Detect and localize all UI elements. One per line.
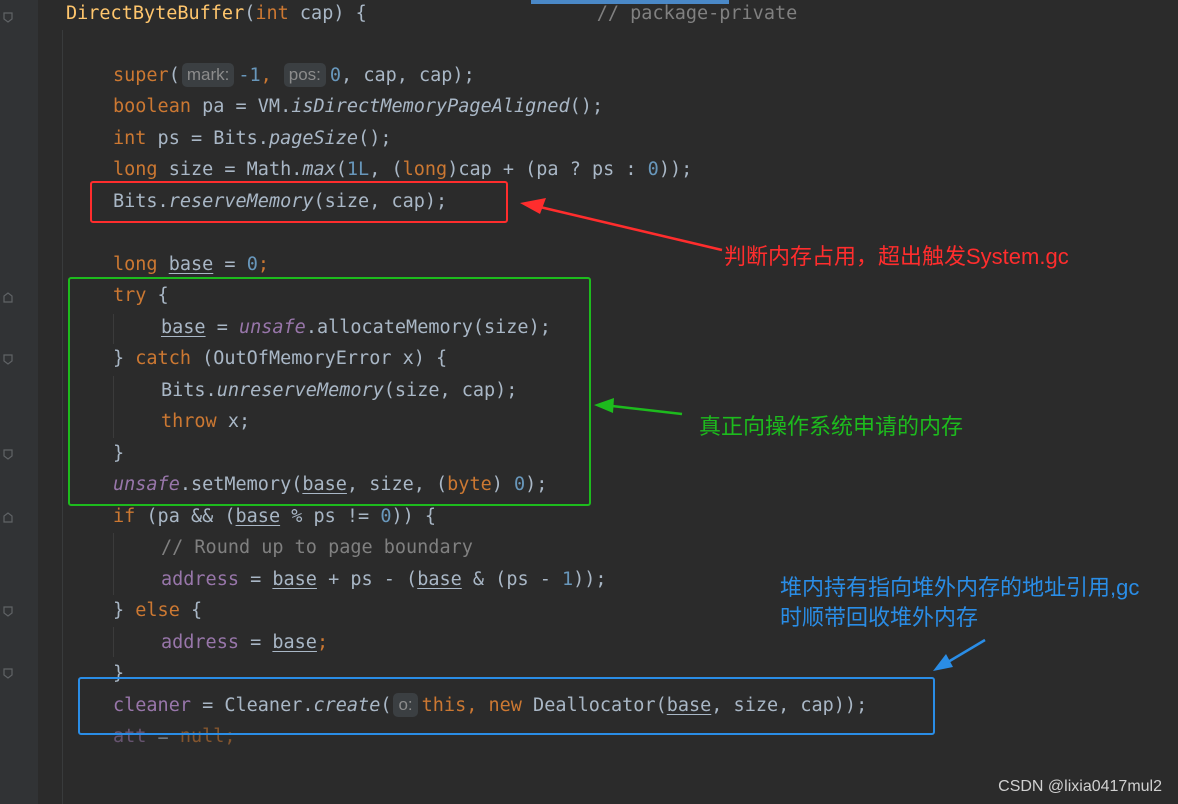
blue-arrow-shaft: [947, 638, 986, 664]
red-arrow-shaft: [539, 205, 723, 252]
green-arrow-shaft: [611, 404, 683, 416]
blue-annotation-line2: 时顺带回收堆外内存: [780, 605, 979, 630]
blue-annotation-line1: 堆内持有指向堆外内存的地址引用,gc: [780, 575, 1140, 600]
csdn-watermark: CSDN @lixia0417mul2: [998, 778, 1162, 795]
red-annotation-text: 判断内存占用，超出触发System.gc: [724, 244, 1069, 269]
blue-arrow-head: [933, 654, 953, 671]
annotation-arrows: [520, 198, 986, 671]
green-annotation-text: 真正向操作系统申请的内存: [699, 414, 964, 439]
red-arrow-head: [520, 198, 546, 214]
green-arrow-head: [594, 398, 614, 413]
